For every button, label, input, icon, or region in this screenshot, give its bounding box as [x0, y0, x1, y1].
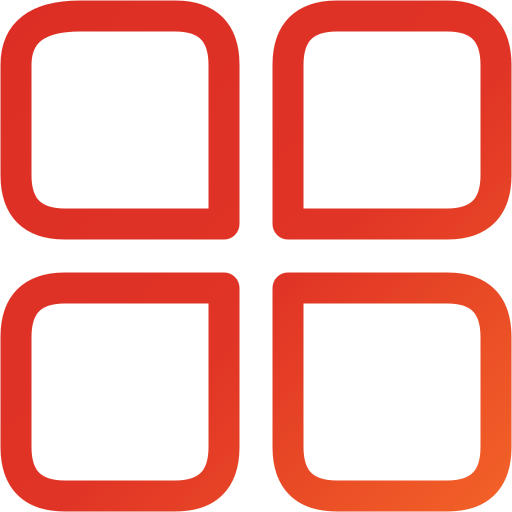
bottom-right-petal	[272, 272, 512, 512]
top-left-petal	[0, 0, 240, 240]
top-right-petal	[272, 0, 512, 240]
four-petal-grid-icon	[0, 0, 512, 512]
app-grid-logo	[0, 0, 512, 512]
bottom-left-petal	[0, 272, 240, 512]
